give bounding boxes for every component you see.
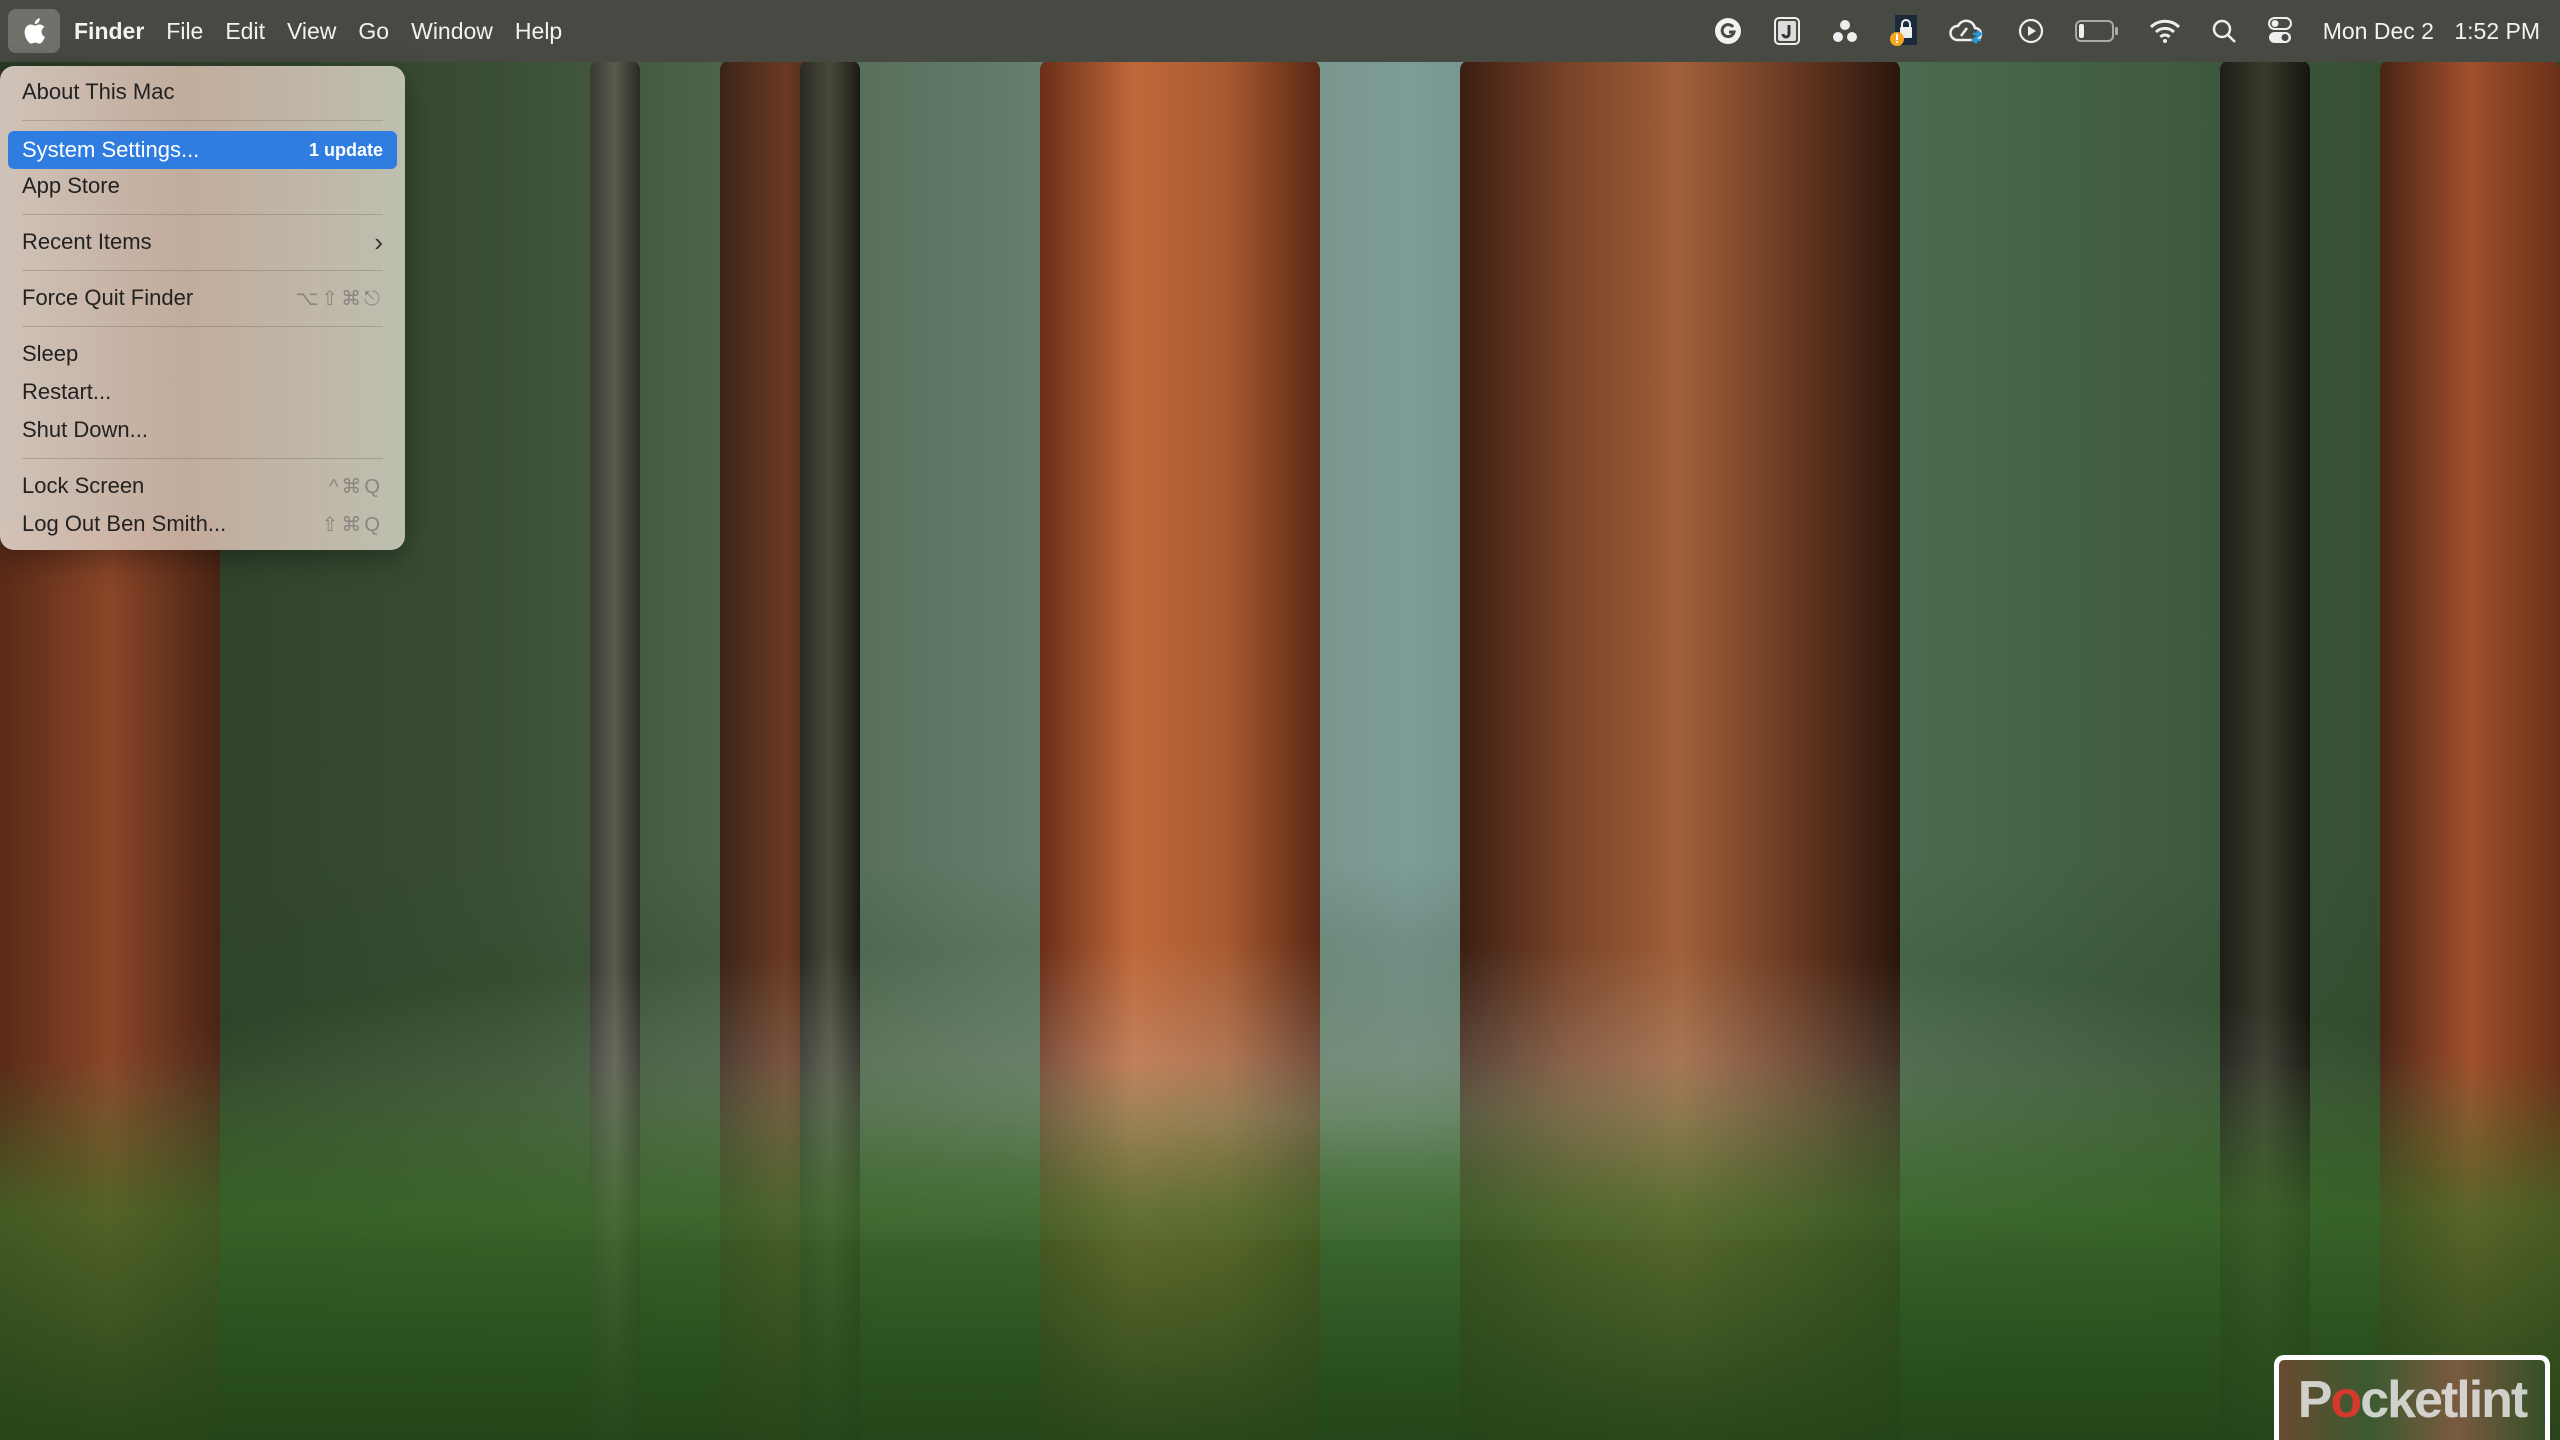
battery-icon[interactable] [2074, 11, 2119, 51]
menu-item-label: Log Out Ben Smith... [22, 511, 227, 536]
menu-item-app-store[interactable]: App Store [8, 169, 397, 203]
menu-help[interactable]: Help [515, 18, 562, 45]
grammarly-icon[interactable] [1713, 11, 1743, 51]
menu-item-log-out[interactable]: Log Out Ben Smith... ⇧⌘Q [8, 507, 397, 541]
menu-item-force-quit[interactable]: Force Quit Finder ⌥⇧⌘⎋ [8, 281, 397, 315]
status-area: Mon Dec 2 1:52 PM [1683, 0, 2540, 62]
menu-item-shut-down[interactable]: Shut Down... [8, 413, 397, 447]
menu-go[interactable]: Go [358, 18, 389, 45]
menu-view[interactable]: View [287, 18, 336, 45]
menu-item-label: Sleep [22, 341, 79, 366]
watermark-text: P [2297, 1371, 2333, 1429]
pocketlint-watermark: Po cketlint [2274, 1355, 2550, 1440]
menu-item-label: About This Mac [22, 79, 175, 104]
shortcut: ^⌘Q [329, 475, 383, 498]
power-o-icon: o [2330, 1371, 2362, 1429]
control-center-icon[interactable] [2267, 11, 2293, 51]
forest-floor [0, 1060, 2560, 1440]
tripod-dots-icon[interactable] [1831, 11, 1859, 51]
clock[interactable]: Mon Dec 2 1:52 PM [2323, 18, 2540, 45]
search-icon[interactable] [2211, 11, 2237, 51]
menu-item-restart[interactable]: Restart... [8, 375, 397, 409]
menu-bar: Finder File Edit View Go Window Help Mon… [0, 0, 2560, 62]
menu-item-sleep[interactable]: Sleep [8, 337, 397, 371]
chevron-right-icon: › [374, 226, 383, 257]
menu-item-lock-screen[interactable]: Lock Screen ^⌘Q [8, 469, 397, 503]
jira-icon[interactable] [1773, 11, 1801, 51]
menu-separator [22, 458, 383, 459]
creative-cloud-sync-icon[interactable] [1948, 11, 1987, 51]
menu-item-label: Force Quit Finder [22, 285, 194, 310]
play-circle-icon[interactable] [2017, 11, 2045, 51]
update-badge: 1 update [308, 139, 383, 160]
menu-item-label: Recent Items [22, 229, 152, 254]
menu-window[interactable]: Window [411, 18, 493, 45]
menu-item-about-this-mac[interactable]: About This Mac [8, 75, 397, 109]
menu-item-system-settings[interactable]: System Settings... 1 update [8, 131, 397, 169]
menu-finder[interactable]: Finder [74, 18, 144, 45]
shortcut: ⌥⇧⌘⎋ [295, 287, 383, 310]
shortcut: ⇧⌘Q [321, 513, 383, 536]
menu-separator [22, 214, 383, 215]
menu-item-recent-items[interactable]: Recent Items › [8, 225, 397, 259]
menu-file[interactable]: File [166, 18, 203, 45]
date-text: Mon Dec 2 [2322, 17, 2434, 44]
menu-separator [22, 326, 383, 327]
watermark-text: cketlint [2360, 1371, 2528, 1429]
menu-item-label: System Settings... [22, 137, 200, 162]
time-text: 1:52 PM [2454, 17, 2540, 44]
menu-item-label: Restart... [22, 379, 112, 404]
menu-item-label: App Store [22, 173, 120, 198]
menu-separator [22, 270, 383, 271]
menu-item-label: Shut Down... [22, 417, 148, 442]
wifi-icon[interactable] [2149, 11, 2181, 51]
menu-separator [22, 120, 383, 121]
apple-icon [24, 18, 45, 44]
lock-warning-icon[interactable] [1889, 11, 1919, 51]
menu-edit[interactable]: Edit [225, 18, 265, 45]
apple-menu-dropdown: About This Mac System Settings... 1 upda… [0, 66, 405, 550]
menu-item-label: Lock Screen [22, 473, 145, 498]
apple-menu-button[interactable] [8, 9, 60, 53]
